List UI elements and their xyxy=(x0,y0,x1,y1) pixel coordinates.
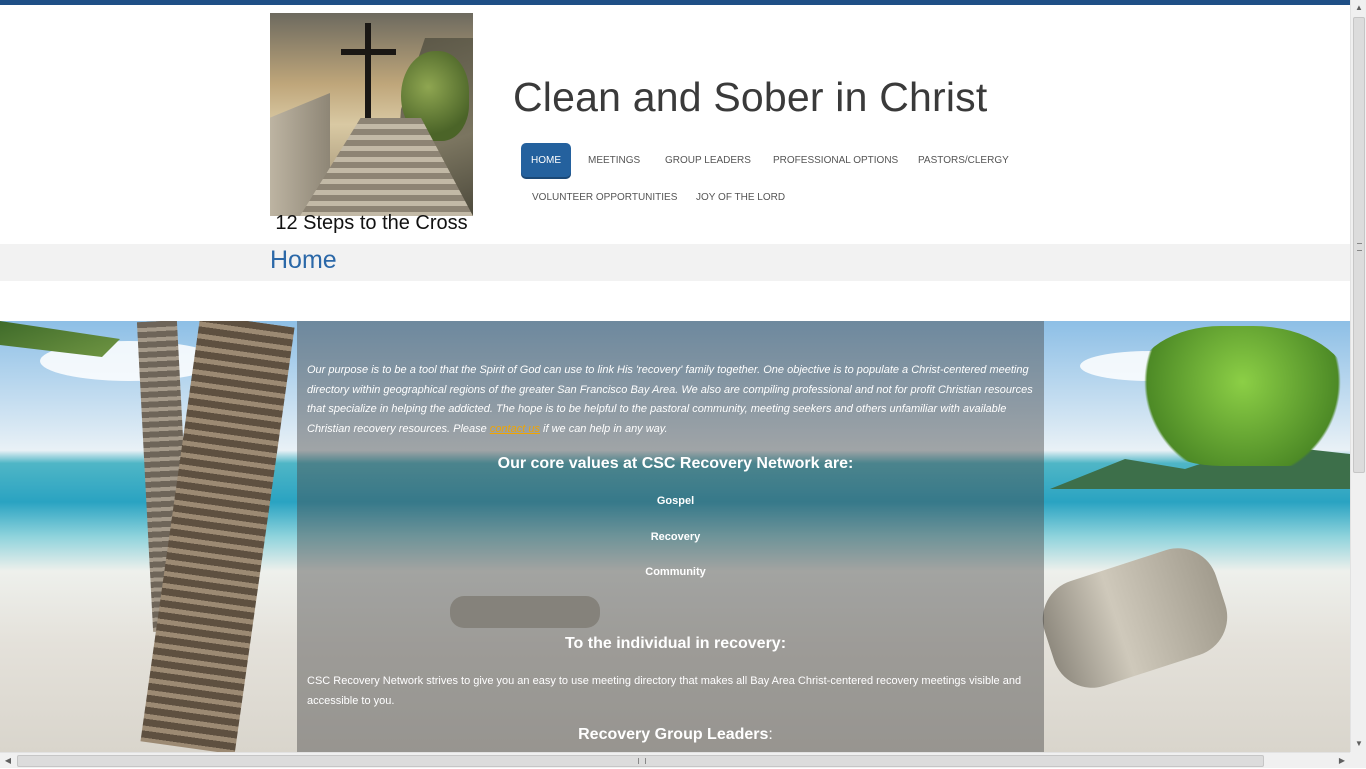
page-title-band xyxy=(0,244,1350,281)
contact-us-link[interactable]: contact us xyxy=(490,423,540,435)
horizontal-scrollbar[interactable]: ◀ ▶ xyxy=(0,752,1350,768)
intro-text: Our purpose is to be a tool that the Spi… xyxy=(307,364,1033,436)
core-value-recovery: Recovery xyxy=(650,531,701,543)
group-leaders-heading-text: Recovery Group Leaders xyxy=(578,726,769,743)
individual-recovery-heading: To the individual in recovery: xyxy=(564,635,787,652)
nav-item-volunteer-opportunities[interactable]: Volunteer Opportunities xyxy=(522,180,687,216)
scroll-left-arrow-icon[interactable]: ◀ xyxy=(0,753,16,769)
site-title[interactable]: Clean and Sober in Christ xyxy=(513,74,987,121)
nav-item-joy-of-the-lord[interactable]: Joy of the Lord xyxy=(686,180,795,216)
logo-caption: 12 Steps to the Cross xyxy=(275,212,468,234)
scroll-down-arrow-icon[interactable]: ▼ xyxy=(1351,736,1366,752)
top-accent-bar xyxy=(0,0,1350,5)
horizontal-scroll-thumb[interactable] xyxy=(17,755,1264,767)
scrollbar-corner xyxy=(1350,752,1366,768)
core-values-heading: Our core values at CSC Recovery Network … xyxy=(497,455,854,472)
vertical-scroll-thumb[interactable] xyxy=(1353,17,1365,473)
intro-paragraph: Our purpose is to be a tool that the Spi… xyxy=(307,361,1044,440)
nav-item-pastors-clergy[interactable]: Pastors/Clergy xyxy=(908,143,1019,179)
scroll-up-arrow-icon[interactable]: ▲ xyxy=(1351,0,1366,16)
page-title: Home xyxy=(270,246,337,274)
individual-recovery-text: CSC Recovery Network strives to give you… xyxy=(307,675,1022,707)
nav-item-home[interactable]: Home xyxy=(521,143,571,179)
vertical-scrollbar[interactable]: ▲ ▼ xyxy=(1350,0,1366,752)
site-logo-image[interactable] xyxy=(270,13,473,216)
page-viewport: 12 Steps to the Cross Clean and Sober in… xyxy=(0,0,1350,752)
nav-item-group-leaders[interactable]: Group Leaders xyxy=(655,143,761,179)
core-value-community: Community xyxy=(645,566,706,578)
group-leaders-heading-colon: : xyxy=(768,726,773,743)
group-leaders-heading: Recovery Group Leaders: xyxy=(307,726,1044,744)
core-value-gospel: Gospel xyxy=(656,495,695,507)
nav-item-professional-options[interactable]: Professional Options xyxy=(763,143,908,179)
cross-icon xyxy=(365,23,371,118)
intro-suffix: if we can help in any way. xyxy=(543,423,668,436)
scroll-right-arrow-icon[interactable]: ▶ xyxy=(1334,753,1350,769)
nav-item-meetings[interactable]: Meetings xyxy=(578,143,650,179)
